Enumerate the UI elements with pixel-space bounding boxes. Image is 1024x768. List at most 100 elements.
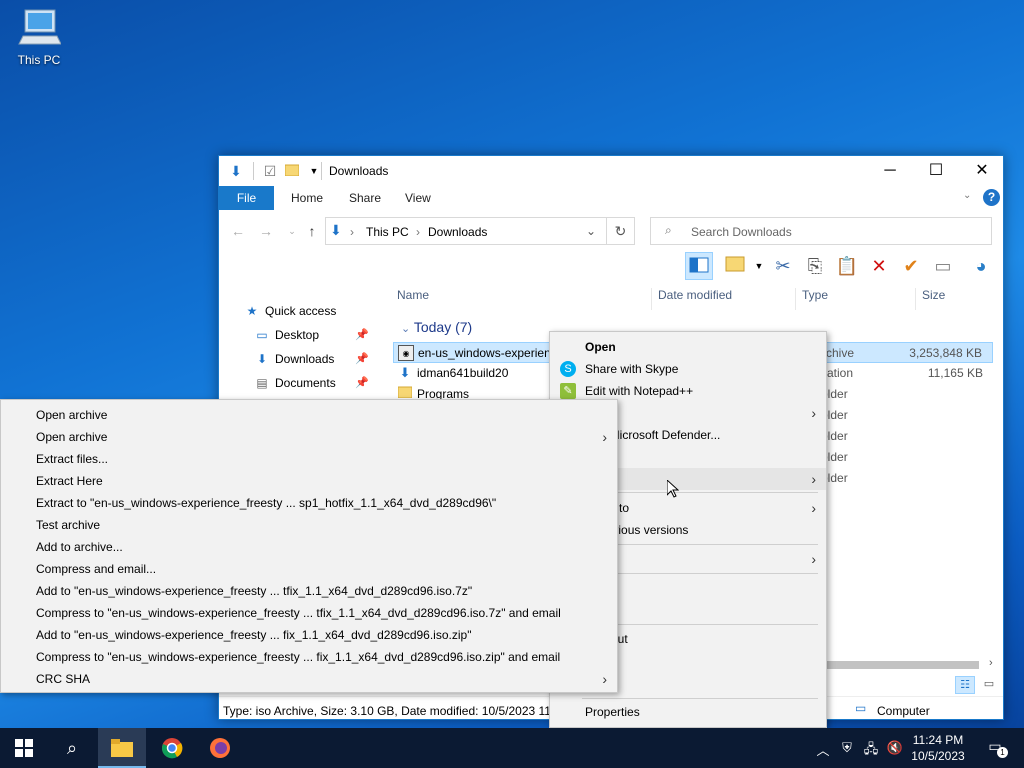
status-text: Type: iso Archive, Size: 3.10 GB, Date m… <box>223 704 568 718</box>
pin-icon: 📌 <box>355 377 369 389</box>
group-header-today[interactable]: ⌄ Today (7) <box>401 319 472 335</box>
globe-icon[interactable]: ◕ <box>967 252 995 280</box>
nav-documents[interactable]: ▤ Documents 📌 <box>253 372 375 394</box>
tab-view[interactable]: View <box>391 186 445 210</box>
chevron-right-icon: › <box>811 471 816 487</box>
pin-icon: 📌 <box>355 353 369 365</box>
chevron-right-icon: › <box>602 429 607 445</box>
menu-item-open[interactable]: Open <box>550 336 826 358</box>
network-icon[interactable]: 🖧 <box>862 740 880 762</box>
copy-icon[interactable]: ⎘ <box>801 252 829 280</box>
horizontal-scrollbar[interactable]: › <box>819 657 999 672</box>
taskbar-file-explorer[interactable] <box>98 728 146 768</box>
start-button[interactable] <box>0 728 48 768</box>
close-button[interactable]: ✕ <box>959 156 1005 186</box>
clock-time: 11:24 PM <box>912 733 964 747</box>
tab-share[interactable]: Share <box>335 186 395 210</box>
column-headers: Name Date modified Type Size <box>385 284 995 310</box>
taskbar-chrome[interactable] <box>148 728 196 768</box>
tab-file[interactable]: File <box>219 186 274 210</box>
breadcrumb-this-pc[interactable]: This PC <box>366 225 409 239</box>
preview-pane-icon[interactable] <box>685 252 713 280</box>
up-button[interactable]: ↑ <box>301 222 323 240</box>
menu-item-properties[interactable]: Properties <box>550 701 826 723</box>
address-bar[interactable]: ⬇ › This PC › Downloads ⌄ <box>325 217 607 245</box>
paste-icon[interactable]: 📋 <box>833 252 861 280</box>
notepadpp-icon: ✎ <box>560 383 576 399</box>
submenu-extract-to[interactable]: Extract to "en-us_windows-experience_fre… <box>1 492 617 514</box>
title-bar[interactable]: ⬇ ☑ ▼ Downloads ─ ☐ ✕ <box>219 156 1003 186</box>
breadcrumb-downloads[interactable]: Downloads <box>428 225 487 239</box>
chevron-right-icon[interactable]: › <box>989 657 993 669</box>
menu-item-share-skype[interactable]: S Share with Skype <box>550 358 826 380</box>
iso-file-icon: ◉ <box>398 345 414 361</box>
recent-locations-button[interactable]: ⌄ <box>281 222 303 240</box>
taskbar-firefox[interactable] <box>196 728 244 768</box>
cut-icon[interactable]: ✂ <box>769 252 797 280</box>
help-icon[interactable]: ? <box>983 189 1000 206</box>
chevron-right-icon: › <box>350 225 354 239</box>
submenu-compress-7z-email[interactable]: Compress to "en-us_windows-experience_fr… <box>1 602 617 624</box>
chevron-up-icon[interactable]: ︿ <box>814 740 832 759</box>
search-input[interactable]: Search Downloads <box>691 225 792 239</box>
taskbar: ⌕ ︿ ⛨ 🖧 🔇 11:24 PM 10/5/2023 ▭ 1 <box>0 728 1024 768</box>
star-icon: ★ <box>246 304 258 318</box>
desktop-icon-this-pc[interactable]: This PC <box>10 8 68 67</box>
submenu-test-archive[interactable]: Test archive <box>1 514 617 536</box>
minimize-button[interactable]: ─ <box>867 156 913 186</box>
submenu-compress-zip-email[interactable]: Compress to "en-us_windows-experience_fr… <box>1 646 617 668</box>
submenu-extract-files[interactable]: Extract files... <box>1 448 617 470</box>
desktop-icon: ▭ <box>256 328 268 342</box>
chevron-right-icon: › <box>602 671 607 687</box>
properties-icon[interactable]: ☑ <box>261 162 279 180</box>
forward-button[interactable]: → <box>255 222 277 240</box>
search-box[interactable]: ⌕ Search Downloads <box>650 217 992 245</box>
chevron-down-icon: ⌄ <box>401 323 411 335</box>
ribbon-expand-icon[interactable]: ⌄ <box>963 190 971 201</box>
submenu-add-to-7z[interactable]: Add to "en-us_windows-experience_freesty… <box>1 580 617 602</box>
details-view-button[interactable]: ☷ <box>955 676 975 694</box>
chevron-right-icon: › <box>811 551 816 567</box>
new-folder-icon[interactable] <box>283 162 301 180</box>
pin-icon: 📌 <box>355 329 369 341</box>
menu-separator <box>582 698 818 699</box>
security-icon[interactable]: ⛨ <box>838 740 856 756</box>
submenu-open-archive-as[interactable]: Open archive › <box>1 426 617 448</box>
column-size[interactable]: Size <box>915 288 945 310</box>
column-date-modified[interactable]: Date modified <box>651 288 732 310</box>
clock[interactable]: 11:24 PM 10/5/2023 <box>900 732 976 764</box>
clock-date: 10/5/2023 <box>911 749 965 763</box>
nav-downloads[interactable]: ⬇ Downloads 📌 <box>253 348 375 370</box>
checkmark-icon[interactable]: ✔ <box>897 252 925 280</box>
submenu-add-to-archive[interactable]: Add to archive... <box>1 536 617 558</box>
skype-icon: S <box>560 361 576 377</box>
ribbon-tabs: File Home Share View ⌄ ? <box>219 186 1003 210</box>
window-title: Downloads <box>329 164 389 178</box>
submenu-compress-email[interactable]: Compress and email... <box>1 558 617 580</box>
notification-badge: 1 <box>997 747 1008 758</box>
back-button[interactable]: ← <box>227 222 249 240</box>
column-type[interactable]: Type <box>795 288 828 310</box>
rename-icon[interactable]: ▭ <box>929 252 957 280</box>
nav-quick-access[interactable]: ★ Quick access <box>243 300 337 322</box>
nav-desktop[interactable]: ▭ Desktop 📌 <box>253 324 375 346</box>
notification-center-button[interactable]: ▭ 1 <box>984 738 1008 758</box>
maximize-button[interactable]: ☐ <box>913 156 959 186</box>
large-icons-view-button[interactable]: ▭ <box>979 676 999 694</box>
column-name[interactable]: Name <box>391 288 429 310</box>
computer-icon: ▭ <box>855 701 867 715</box>
scrollbar-thumb[interactable] <box>819 661 979 669</box>
delete-icon[interactable]: ✕ <box>865 252 893 280</box>
mouse-cursor-icon <box>667 480 679 498</box>
submenu-extract-here[interactable]: Extract Here <box>1 470 617 492</box>
tab-home[interactable]: Home <box>277 186 337 210</box>
desktop-icon-label: This PC <box>17 53 61 67</box>
chevron-down-icon[interactable]: ⌄ <box>586 224 596 238</box>
refresh-button[interactable]: ↻ <box>607 217 635 245</box>
submenu-open-archive[interactable]: Open archive <box>1 404 617 426</box>
search-icon[interactable]: ⌕ <box>48 728 96 768</box>
computer-icon <box>18 9 62 45</box>
submenu-add-to-zip[interactable]: Add to "en-us_windows-experience_freesty… <box>1 624 617 646</box>
installer-icon: ⬇ <box>399 365 411 380</box>
submenu-crc-sha[interactable]: CRC SHA › <box>1 668 617 690</box>
